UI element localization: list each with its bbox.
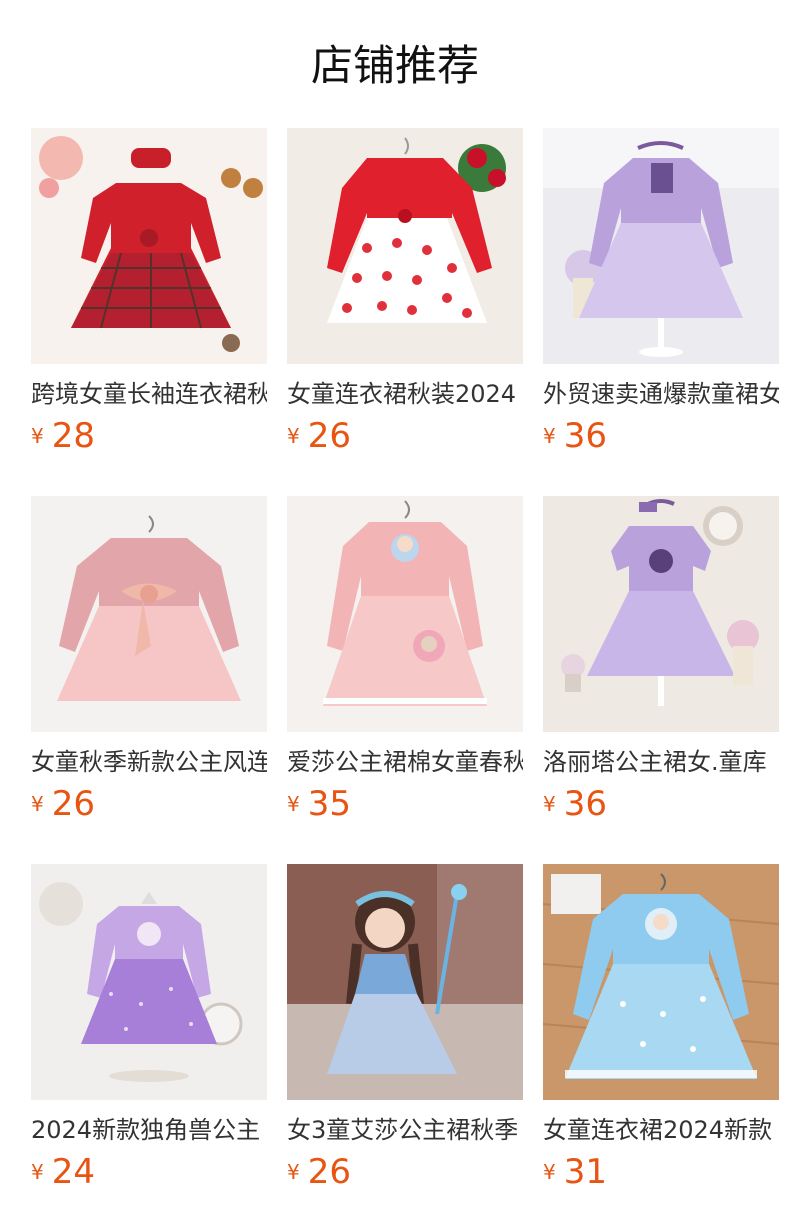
product-price: ¥31 <box>543 1152 607 1192</box>
product-price: ¥35 <box>287 784 351 824</box>
product-name[interactable]: 洛丽塔公主裙女.童库 <box>543 746 779 778</box>
product-price: ¥36 <box>543 416 607 456</box>
product-name[interactable]: 女3童艾莎公主裙秋季 <box>287 1114 523 1146</box>
product-price: ¥24 <box>31 1152 95 1192</box>
product-name[interactable]: 2024新款独角兽公主 <box>31 1114 267 1146</box>
pink-elsa-dress-image[interactable] <box>287 496 523 732</box>
currency-symbol: ¥ <box>543 424 556 448</box>
red-heart-tulle-dress-image[interactable] <box>287 128 523 364</box>
product-name[interactable]: 外贸速卖通爆款童裙女 <box>543 378 779 410</box>
pink-bow-tutu-dress-image[interactable] <box>31 496 267 732</box>
currency-symbol: ¥ <box>543 792 556 816</box>
product-price: ¥26 <box>287 1152 351 1192</box>
currency-symbol: ¥ <box>31 1160 44 1184</box>
product-card[interactable]: 跨境女童长袖连衣裙秋 ¥28 <box>31 128 267 458</box>
product-card[interactable]: 女童连衣裙秋装2024 ¥26 <box>287 128 523 458</box>
purple-unicorn-dress-image[interactable] <box>31 864 267 1100</box>
currency-symbol: ¥ <box>287 1160 300 1184</box>
currency-symbol: ¥ <box>543 1160 556 1184</box>
blue-elsa-girl-photo-image[interactable] <box>287 864 523 1100</box>
product-price: ¥36 <box>543 784 607 824</box>
lavender-princess-dress-image[interactable] <box>543 128 779 364</box>
product-card[interactable]: 外贸速卖通爆款童裙女 ¥36 <box>543 128 779 458</box>
currency-symbol: ¥ <box>31 792 44 816</box>
product-name[interactable]: 女童连衣裙2024新款 <box>543 1114 779 1146</box>
product-name[interactable]: 女童秋季新款公主风连 <box>31 746 267 778</box>
page-title: 店铺推荐 <box>310 41 479 90</box>
product-name[interactable]: 女童连衣裙秋装2024 <box>287 378 523 410</box>
product-price: ¥26 <box>31 784 95 824</box>
purple-lolita-dress-image[interactable] <box>543 496 779 732</box>
product-price: ¥26 <box>287 416 351 456</box>
product-card[interactable]: 女童连衣裙2024新款 ¥31 <box>543 864 779 1194</box>
currency-symbol: ¥ <box>287 424 300 448</box>
product-name[interactable]: 爱莎公主裙棉女童春秋 <box>287 746 523 778</box>
currency-symbol: ¥ <box>31 424 44 448</box>
product-price: ¥28 <box>31 416 95 456</box>
light-blue-frozen-dress-image[interactable] <box>543 864 779 1100</box>
red-plaid-dress-image[interactable] <box>31 128 267 364</box>
product-name[interactable]: 跨境女童长袖连衣裙秋 <box>31 378 267 410</box>
product-card[interactable]: 女童秋季新款公主风连 ¥26 <box>31 496 267 826</box>
product-card[interactable]: 爱莎公主裙棉女童春秋 ¥35 <box>287 496 523 826</box>
product-card[interactable]: 洛丽塔公主裙女.童库 ¥36 <box>543 496 779 826</box>
currency-symbol: ¥ <box>287 792 300 816</box>
product-card[interactable]: 2024新款独角兽公主 ¥24 <box>31 864 267 1194</box>
product-card[interactable]: 女3童艾莎公主裙秋季 ¥26 <box>287 864 523 1194</box>
